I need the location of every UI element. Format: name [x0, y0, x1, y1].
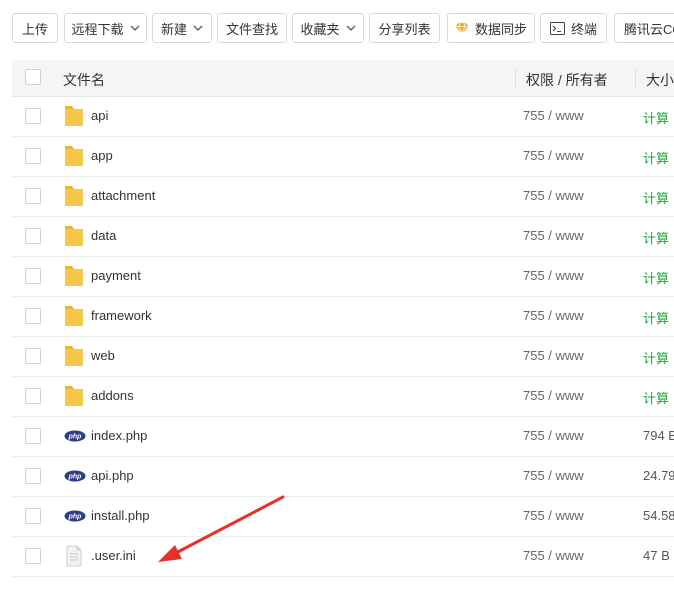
annotation-arrow-icon	[158, 495, 285, 562]
